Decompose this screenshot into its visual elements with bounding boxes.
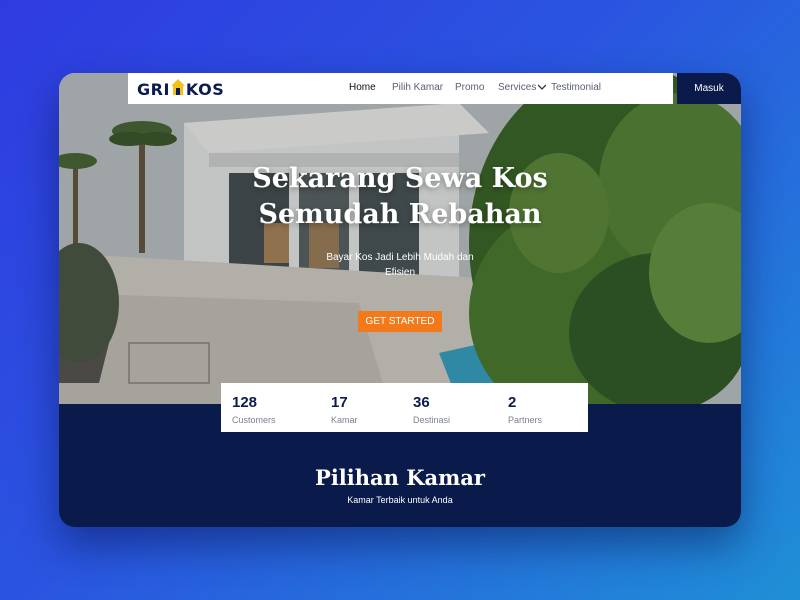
stat-label: Customers bbox=[232, 415, 276, 425]
stat-customers: 128 Customers bbox=[232, 394, 276, 425]
stat-value: 2 bbox=[508, 394, 517, 411]
stat-label: Destinasi bbox=[413, 415, 451, 425]
section-title: Pilihan Kamar bbox=[315, 465, 485, 490]
nav-item-services-label: Services bbox=[498, 82, 537, 93]
stat-label: Kamar bbox=[331, 415, 358, 425]
nav-item-testimonial[interactable]: Testimonial bbox=[551, 82, 601, 93]
stat-value: 36 bbox=[413, 394, 430, 411]
hero-banner bbox=[59, 73, 741, 404]
logo-text-left: GRI bbox=[137, 79, 170, 99]
get-started-button[interactable]: GET STARTED bbox=[358, 311, 442, 332]
house-icon bbox=[170, 79, 185, 99]
nav-item-promo[interactable]: Promo bbox=[455, 82, 484, 93]
nav-item-home[interactable]: Home bbox=[349, 82, 376, 93]
top-navbar: GRI KOS Home Pilih Kamar Promo Services … bbox=[128, 73, 741, 104]
chevron-down-icon bbox=[537, 82, 547, 92]
stat-kamar: 17 Kamar bbox=[331, 394, 358, 425]
section-subtitle: Kamar Terbaik untuk Anda bbox=[347, 495, 453, 505]
stat-value: 17 bbox=[331, 394, 348, 411]
stats-bar: 128 Customers 17 Kamar 36 Destinasi 2 Pa… bbox=[221, 383, 588, 432]
nav-item-services[interactable]: Services bbox=[498, 82, 547, 93]
stat-value: 128 bbox=[232, 394, 258, 411]
login-button[interactable]: Masuk bbox=[677, 73, 741, 104]
stat-destinasi: 36 Destinasi bbox=[413, 394, 450, 425]
logo-text-right: KOS bbox=[185, 79, 225, 99]
browser-mockup-card: GRI KOS Home Pilih Kamar Promo Services … bbox=[59, 73, 741, 527]
hero-headline-line2: Semudah Rebahan bbox=[258, 199, 542, 230]
stat-label: Partners bbox=[508, 415, 543, 425]
hero-headline-line1: Sekarang Sewa Kos bbox=[252, 163, 548, 194]
nav-item-pilih-kamar[interactable]: Pilih Kamar bbox=[392, 82, 443, 93]
hero-subtitle: Bayar Kos Jadi Lebih Mudah dan Efisien bbox=[326, 252, 474, 278]
stat-partners: 2 Partners bbox=[508, 394, 542, 425]
brand-logo[interactable]: GRI KOS bbox=[137, 79, 224, 99]
hero-headline: Sekarang Sewa Kos Semudah Rebahan bbox=[209, 161, 591, 233]
hero-overlay bbox=[59, 73, 741, 404]
